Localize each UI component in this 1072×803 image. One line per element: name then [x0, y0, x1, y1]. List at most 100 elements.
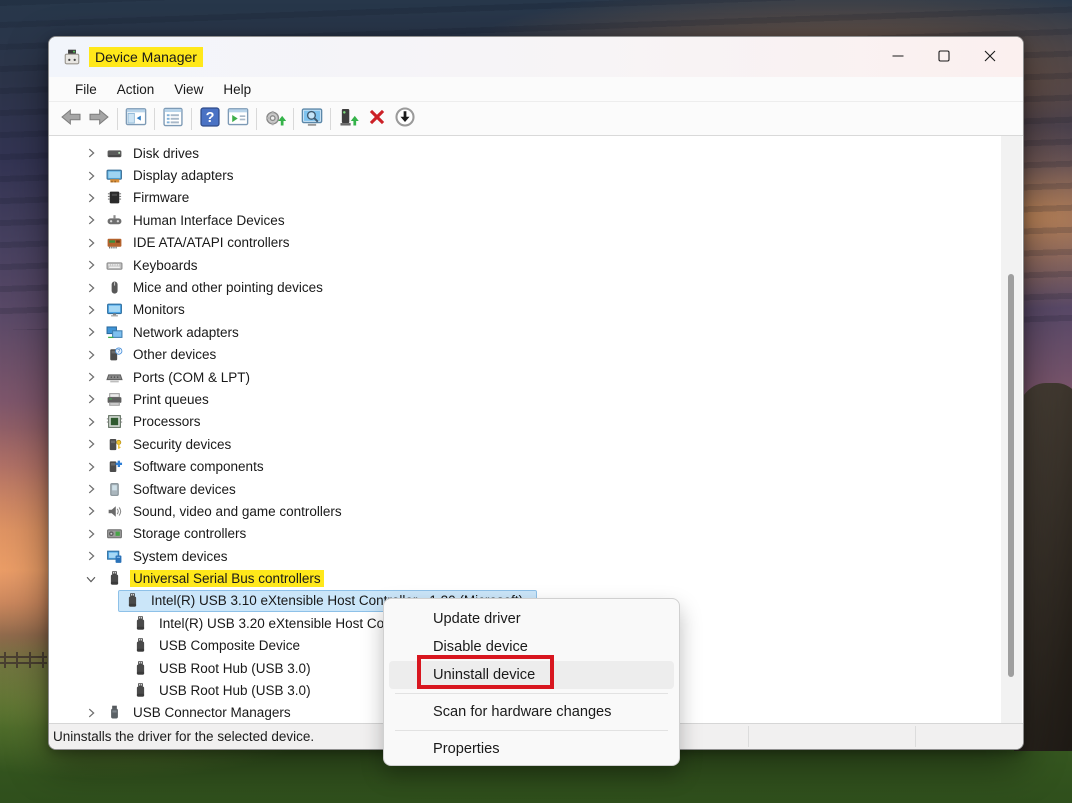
firmware-icon: [106, 189, 123, 206]
hid-icon: [106, 212, 123, 229]
context-menu-item-properties[interactable]: Properties: [389, 735, 674, 763]
tree-item-label: Keyboards: [130, 257, 201, 274]
chevron-right-icon[interactable]: [84, 325, 98, 339]
maximize-icon: [938, 50, 950, 65]
tree-item-keyboards[interactable]: Keyboards: [49, 254, 1023, 276]
chevron-spacer: [110, 661, 124, 675]
console-tree-button[interactable]: [122, 105, 150, 133]
menu-file[interactable]: File: [65, 80, 107, 99]
help-button[interactable]: ?: [196, 105, 224, 133]
usb-icon: [132, 637, 149, 654]
minimize-icon: [892, 50, 904, 65]
chevron-right-icon[interactable]: [84, 504, 98, 518]
tree-item-label: Network adapters: [130, 324, 242, 341]
chevron-right-icon[interactable]: [84, 437, 98, 451]
close-button[interactable]: [967, 37, 1013, 77]
action-pane-button[interactable]: [224, 105, 252, 133]
toolbar-separator: [256, 108, 257, 130]
chevron-right-icon[interactable]: [84, 281, 98, 295]
scan-hardware-button[interactable]: [298, 105, 326, 133]
display-adapter-icon: [106, 167, 123, 184]
minimize-button[interactable]: [875, 37, 921, 77]
chevron-right-icon[interactable]: [84, 527, 98, 541]
svg-text:?: ?: [117, 349, 120, 355]
menu-view[interactable]: View: [164, 80, 213, 99]
chevron-right-icon[interactable]: [84, 191, 98, 205]
tree-item-security-devices[interactable]: Security devices: [49, 433, 1023, 455]
forward-arrow-button[interactable]: [85, 105, 113, 133]
tree-item-label: Universal Serial Bus controllers: [130, 570, 324, 587]
tree-item-processors[interactable]: Processors: [49, 411, 1023, 433]
context-menu-item-scan-for-hardware-changes[interactable]: Scan for hardware changes: [389, 698, 674, 726]
update-driver-icon: [264, 106, 286, 131]
chevron-right-icon[interactable]: [84, 146, 98, 160]
chevron-right-icon[interactable]: [84, 482, 98, 496]
tree-item-label: Human Interface Devices: [130, 212, 288, 229]
tree-item-label: IDE ATA/ATAPI controllers: [130, 234, 293, 251]
tree-item-mice-and-other-pointing-devices[interactable]: Mice and other pointing devices: [49, 276, 1023, 298]
toolbar-separator: [293, 108, 294, 130]
chevron-right-icon[interactable]: [84, 706, 98, 720]
chevron-right-icon[interactable]: [84, 213, 98, 227]
vertical-scrollbar[interactable]: [1001, 136, 1022, 723]
context-menu-item-update-driver[interactable]: Update driver: [389, 605, 674, 633]
disable-device-button[interactable]: [391, 105, 419, 133]
help-icon: ?: [199, 106, 221, 131]
add-driver-button[interactable]: [335, 105, 363, 133]
usb-icon: [132, 615, 149, 632]
tree-item-label: Display adapters: [130, 167, 237, 184]
chevron-right-icon[interactable]: [84, 415, 98, 429]
chevron-right-icon[interactable]: [84, 370, 98, 384]
menu-action[interactable]: Action: [107, 80, 165, 99]
maximize-button[interactable]: [921, 37, 967, 77]
status-text: Uninstalls the driver for the selected d…: [49, 729, 314, 744]
tree-item-other-devices[interactable]: ? Other devices: [49, 344, 1023, 366]
back-arrow-button[interactable]: [57, 105, 85, 133]
tree-item-label: Other devices: [130, 346, 219, 363]
tree-item-human-interface-devices[interactable]: Human Interface Devices: [49, 209, 1023, 231]
toolbar-separator: [154, 108, 155, 130]
window-controls: [875, 37, 1013, 77]
tree-item-system-devices[interactable]: System devices: [49, 545, 1023, 567]
chevron-spacer: [110, 639, 124, 653]
chevron-right-icon[interactable]: [84, 460, 98, 474]
uninstall-device-button[interactable]: [363, 105, 391, 133]
monitor-icon: [106, 301, 123, 318]
usb-icon: [106, 570, 123, 587]
chevron-down-icon[interactable]: [84, 572, 98, 586]
update-driver-button[interactable]: [261, 105, 289, 133]
chevron-right-icon[interactable]: [84, 303, 98, 317]
tree-item-storage-controllers[interactable]: Storage controllers: [49, 523, 1023, 545]
tree-item-display-adapters[interactable]: Display adapters: [49, 164, 1023, 186]
chevron-right-icon[interactable]: [84, 549, 98, 563]
scan-hardware-icon: [301, 106, 323, 131]
window-title: Device Manager: [89, 47, 203, 67]
tree-item-firmware[interactable]: Firmware: [49, 187, 1023, 209]
tree-item-universal-serial-bus-controllers[interactable]: Universal Serial Bus controllers: [49, 567, 1023, 589]
toolbar-separator: [117, 108, 118, 130]
menu-help[interactable]: Help: [213, 80, 261, 99]
tree-item-sound-video-and-game-controllers[interactable]: Sound, video and game controllers: [49, 500, 1023, 522]
tree-item-ide-ata-atapi-controllers[interactable]: IDE ATA/ATAPI controllers: [49, 232, 1023, 254]
tree-item-label: USB Root Hub (USB 3.0): [156, 660, 314, 677]
chevron-right-icon[interactable]: [84, 392, 98, 406]
chevron-right-icon[interactable]: [84, 348, 98, 362]
tree-item-label: USB Connector Managers: [130, 704, 294, 721]
tree-item-software-devices[interactable]: Software devices: [49, 478, 1023, 500]
tree-item-software-components[interactable]: Software components: [49, 455, 1023, 477]
tree-item-label: Software components: [130, 458, 267, 475]
tree-item-network-adapters[interactable]: Network adapters: [49, 321, 1023, 343]
chevron-right-icon[interactable]: [84, 258, 98, 272]
properties-button[interactable]: [159, 105, 187, 133]
tree-item-label: Mice and other pointing devices: [130, 279, 326, 296]
scrollbar-thumb[interactable]: [1008, 274, 1014, 677]
tree-item-print-queues[interactable]: Print queues: [49, 388, 1023, 410]
tree-item-disk-drives[interactable]: Disk drives: [49, 142, 1023, 164]
tree-item-ports-com-lpt[interactable]: Ports (COM & LPT): [49, 366, 1023, 388]
chevron-right-icon[interactable]: [84, 236, 98, 250]
tree-item-label: Print queues: [130, 391, 212, 408]
chevron-spacer: [110, 684, 124, 698]
tree-item-monitors[interactable]: Monitors: [49, 299, 1023, 321]
chevron-right-icon[interactable]: [84, 169, 98, 183]
title-bar[interactable]: Device Manager: [49, 37, 1023, 77]
